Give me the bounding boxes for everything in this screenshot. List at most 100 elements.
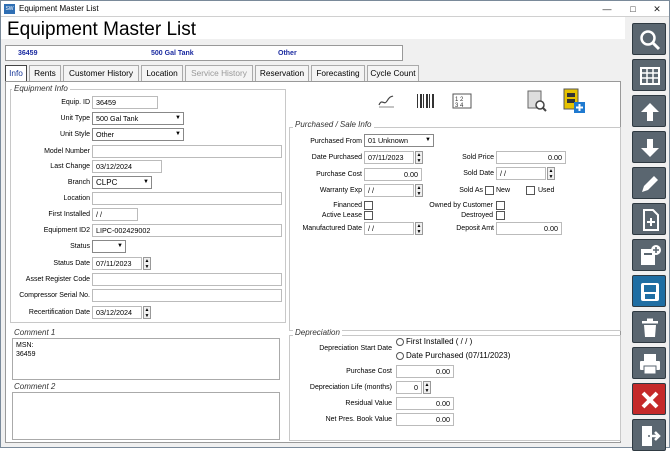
destroyed-checkbox[interactable] xyxy=(496,211,505,220)
depreciation-life-spinner[interactable]: ▲ ▼ xyxy=(423,381,431,394)
edit-button[interactable] xyxy=(632,167,666,199)
cancel-button[interactable] xyxy=(632,383,666,415)
tab-location[interactable]: Location xyxy=(141,65,183,81)
tab-service-history: Service History xyxy=(185,65,253,81)
destroyed-label: Destroyed xyxy=(461,212,493,219)
equipment-id2-field[interactable]: LIPC-002429002 xyxy=(92,224,282,237)
branch-select[interactable]: CLPC ▼ xyxy=(92,176,152,189)
equip-id-label: Equip. ID xyxy=(61,99,90,106)
status-select[interactable]: ▼ xyxy=(92,240,126,253)
delete-record-button[interactable] xyxy=(632,311,666,343)
signature-icon[interactable] xyxy=(378,94,396,110)
comment1-textarea[interactable]: MSN: 36459 xyxy=(12,338,280,380)
manufactured-date-field[interactable]: / / xyxy=(364,222,414,235)
unit-style-value: Other xyxy=(96,130,114,139)
purchased-from-label: Purchased From xyxy=(310,138,362,145)
edit-icon xyxy=(642,176,658,192)
save-button[interactable] xyxy=(632,275,666,307)
new-document-icon xyxy=(643,209,659,231)
numbering-icon[interactable]: 1 23 4 xyxy=(452,93,472,111)
chevron-down-icon: ▼ xyxy=(425,137,431,143)
tab-rents[interactable]: Rents xyxy=(29,65,61,81)
location-field[interactable] xyxy=(92,192,282,205)
exit-icon xyxy=(642,426,661,446)
print-icon xyxy=(640,354,660,375)
search-button[interactable] xyxy=(632,23,666,55)
summary-id: 36459 xyxy=(18,50,38,57)
depreciation-life-field[interactable]: 0 xyxy=(396,381,422,394)
unit-type-select[interactable]: 500 Gal Tank ▼ xyxy=(92,112,184,125)
last-change-label: Last Change xyxy=(50,163,90,170)
add-record-icon[interactable] xyxy=(562,88,586,116)
depreciation-start-date-label: Depreciation Start Date xyxy=(319,345,392,352)
branch-value: CLPC xyxy=(96,178,118,187)
exit-button[interactable] xyxy=(632,419,666,451)
info-panel: Equipment Info Equip. ID 36459 Unit Type… xyxy=(5,81,621,443)
purchase-cost-field[interactable]: 0.00 xyxy=(364,168,422,181)
barcode-icon[interactable] xyxy=(416,93,436,111)
purchased-from-select[interactable]: 01 Unknown ▼ xyxy=(364,134,434,147)
residual-value-field[interactable]: 0.00 xyxy=(396,397,454,410)
minimize-button[interactable]: — xyxy=(599,3,615,15)
warranty-exp-field[interactable]: / / xyxy=(364,184,414,197)
document-search-icon[interactable] xyxy=(526,90,548,114)
equip-id-field[interactable]: 36459 xyxy=(92,96,158,109)
chevron-down-icon: ▼ xyxy=(143,179,149,185)
page-header: Equipment Master List xyxy=(1,17,625,40)
first-installed-radio[interactable] xyxy=(396,338,404,346)
new-record-button[interactable] xyxy=(632,203,666,235)
close-icon xyxy=(641,391,659,409)
first-installed-field[interactable]: / / xyxy=(92,208,138,221)
next-record-button[interactable] xyxy=(632,131,666,163)
previous-record-button[interactable] xyxy=(632,95,666,127)
status-date-field[interactable]: 07/11/2023 xyxy=(92,257,142,270)
date-purchased-radio[interactable] xyxy=(396,352,404,360)
sold-date-field[interactable]: / / xyxy=(496,167,546,180)
tab-customer-history[interactable]: Customer History xyxy=(63,65,139,81)
arrow-up-icon xyxy=(641,103,659,121)
asset-register-code-label: Asset Register Code xyxy=(25,276,90,283)
maximize-button[interactable]: □ xyxy=(625,3,641,15)
first-installed-label: First Installed xyxy=(48,211,90,218)
model-number-field[interactable] xyxy=(92,145,282,158)
manufactured-date-spinner[interactable]: ▲ ▼ xyxy=(415,222,423,235)
warranty-exp-label: Warranty Exp xyxy=(319,187,362,194)
asset-register-code-field[interactable] xyxy=(92,273,282,286)
manufactured-date-label: Manufactured Date xyxy=(302,225,362,232)
recertification-date-field[interactable]: 03/12/2024 xyxy=(92,306,142,319)
deposit-amt-field[interactable]: 0.00 xyxy=(496,222,562,235)
window-title: Equipment Master List xyxy=(19,4,99,13)
tab-reservation[interactable]: Reservation xyxy=(255,65,309,81)
owned-by-customer-checkbox[interactable] xyxy=(496,201,505,210)
date-purchased-spinner[interactable]: ▲ ▼ xyxy=(415,151,423,164)
arrow-down-icon xyxy=(641,139,659,157)
active-lease-checkbox[interactable] xyxy=(364,211,373,220)
compressor-serial-field[interactable] xyxy=(92,289,282,302)
sold-date-spinner[interactable]: ▲ ▼ xyxy=(547,167,555,180)
purchase-cost-label: Purchase Cost xyxy=(316,171,362,178)
sold-price-label: Sold Price xyxy=(462,154,494,161)
tab-info[interactable]: Info xyxy=(5,65,27,81)
financed-checkbox[interactable] xyxy=(364,201,373,210)
recertification-date-spinner[interactable]: ▲ ▼ xyxy=(143,306,151,319)
warranty-exp-spinner[interactable]: ▲ ▼ xyxy=(415,184,423,197)
status-date-label: Status Date xyxy=(53,260,90,267)
status-label: Status xyxy=(70,243,90,250)
summary-description: 500 Gal Tank xyxy=(151,50,194,57)
date-purchased-field[interactable]: 07/11/2023 xyxy=(364,151,414,164)
dep-purchase-cost-field[interactable]: 0.00 xyxy=(396,365,454,378)
sold-new-checkbox[interactable] xyxy=(485,186,494,195)
comment2-textarea[interactable] xyxy=(12,392,280,440)
grid-view-button[interactable] xyxy=(632,59,666,91)
unit-style-select[interactable]: Other ▼ xyxy=(92,128,184,141)
tab-cycle-count[interactable]: Cycle Count xyxy=(367,65,419,81)
status-date-spinner[interactable]: ▲ ▼ xyxy=(143,257,151,270)
sold-as-label: Sold As xyxy=(459,187,483,194)
sold-used-checkbox[interactable] xyxy=(526,186,535,195)
tab-forecasting[interactable]: Forecasting xyxy=(311,65,365,81)
print-button[interactable] xyxy=(632,347,666,379)
close-window-button[interactable]: ✕ xyxy=(649,3,665,15)
delete-icon xyxy=(642,318,658,337)
copy-record-button[interactable] xyxy=(632,239,666,271)
sold-price-field[interactable]: 0.00 xyxy=(496,151,566,164)
